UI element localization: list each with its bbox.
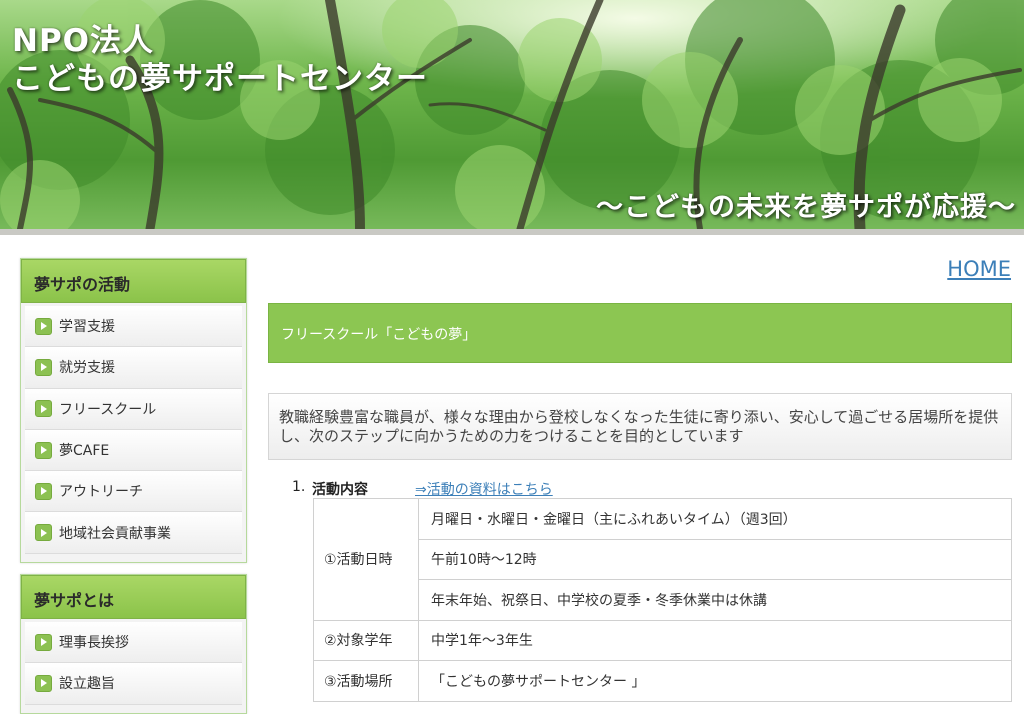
sidebar-item-label: 設立趣旨 [59, 676, 115, 693]
sidebar-item-label: 夢CAFE [59, 443, 110, 460]
sidebar-activities: 夢サポの活動 学習支援 就労支援 フリースクール 夢CAFE アウトリーチ 地域… [20, 258, 247, 563]
arrow-right-icon [35, 441, 52, 459]
site-title-line1: NPO法人 [12, 23, 155, 59]
table-value-cell: 中学1年～3年生 [418, 619, 1012, 661]
table-row: ①活動日時 月曜日・水曜日・金曜日（主にふれあいタイム）（週3回） [313, 498, 1012, 621]
arrow-right-icon [35, 317, 52, 335]
arrow-right-icon [35, 633, 52, 651]
sidebar-item-label: 理事長挨拶 [59, 635, 129, 652]
table-value-cell: 年末年始、祝祭日、中学校の夏季・冬季休業中は休講 [418, 579, 1012, 621]
arrow-right-icon [35, 674, 52, 692]
arrow-right-icon [35, 524, 52, 542]
section-label: 活動内容 [312, 482, 368, 498]
sidebar-item-learning-support[interactable]: 学習支援 [25, 306, 242, 348]
table-row: ③活動場所 「こどもの夢サポートセンター 」 [313, 660, 1012, 702]
table-value-cell: 月曜日・水曜日・金曜日（主にふれあいタイム）（週3回） [418, 498, 1012, 540]
table-row: 年末年始、祝祭日、中学校の夏季・冬季休業中は休講 [314, 579, 1012, 621]
table-value-cell: 午前10時～12時 [418, 538, 1012, 580]
sidebar-item-label: アウトリーチ [59, 484, 143, 501]
sidebar-item-employment-support[interactable]: 就労支援 [25, 347, 242, 389]
table-row: ②対象学年 中学1年～3年生 [313, 619, 1012, 661]
sidebar-heading: 夢サポの活動 [21, 259, 246, 303]
table-key-cell: ①活動日時 [313, 498, 419, 621]
site-title-line2: こどもの夢サポートセンター [12, 61, 428, 97]
sidebar-item-yume-cafe[interactable]: 夢CAFE [25, 429, 242, 472]
arrow-right-icon [35, 400, 52, 418]
sidebar-item-community-contribution[interactable]: 地域社会貢献事業 [25, 512, 242, 554]
arrow-right-icon [35, 358, 52, 376]
sidebar-item-founding-purpose[interactable]: 設立趣旨 [25, 663, 242, 705]
sidebar-heading: 夢サポとは [21, 575, 246, 619]
table-row: 午前10時～12時 [314, 538, 1012, 580]
activity-document-link[interactable]: ⇒活動の資料はこちら [415, 479, 553, 499]
sidebar-item-label: 地域社会貢献事業 [59, 525, 171, 542]
sidebar-item-label: フリースクール [59, 401, 157, 418]
table-key-cell: ②対象学年 [313, 619, 419, 661]
sidebar-item-outreach[interactable]: アウトリーチ [25, 471, 242, 513]
site-title[interactable]: NPO法人 こどもの夢サポートセンター [12, 22, 428, 98]
arrow-right-icon [35, 482, 52, 500]
sidebar-item-label: 就労支援 [59, 360, 115, 377]
sidebar-item-label: 学習支援 [59, 319, 115, 336]
site-tagline: ～こどもの未来を夢サポが応援～ [596, 192, 1016, 223]
page-title: フリースクール「こどもの夢」 [268, 303, 1012, 363]
header-banner: NPO法人 こどもの夢サポートセンター ～こどもの未来を夢サポが応援～ [0, 0, 1024, 229]
table-key-cell: ③活動場所 [313, 660, 419, 702]
sidebar-about: 夢サポとは 理事長挨拶 設立趣旨 [20, 574, 247, 714]
home-link[interactable]: HOME [947, 257, 1011, 281]
page-description: 教職経験豊富な職員が、様々な理由から登校しなくなった生徒に寄り添い、安心して過ご… [268, 393, 1012, 460]
sidebar-item-chairman-greeting[interactable]: 理事長挨拶 [25, 622, 242, 664]
section-number: 1. [292, 479, 306, 495]
header-divider [0, 229, 1024, 235]
section-heading: 1. 活動内容 ⇒活動の資料はこちら [292, 479, 553, 499]
activity-info-table: ①活動日時 月曜日・水曜日・金曜日（主にふれあいタイム）（週3回） 午前10時～… [313, 498, 1012, 702]
sidebar-item-free-school[interactable]: フリースクール [25, 388, 242, 430]
table-value-cell: 「こどもの夢サポートセンター 」 [418, 660, 1012, 702]
